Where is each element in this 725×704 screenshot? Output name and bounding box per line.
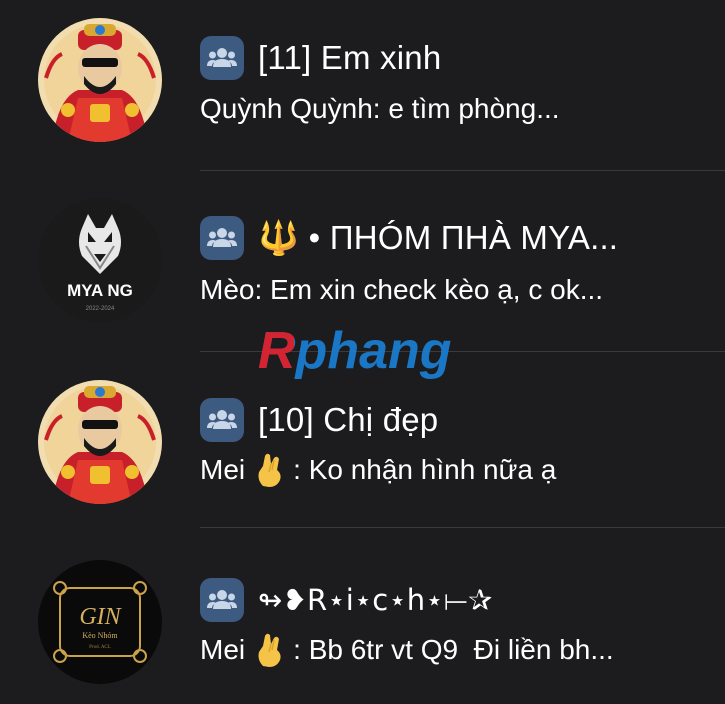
chat-row[interactable]: GIN Kèo Nhóm Prod. ACL ↬❥R⋆i⋆c⋆h⋆⟝✰ Mei [0,528,725,704]
wolf-logo-icon: MYA NG 2022-2024 [38,198,162,322]
avatar[interactable]: GIN Kèo Nhóm Prod. ACL [38,560,162,684]
chat-row[interactable]: [11] Em xinh Quỳnh Quỳnh: e tìm phòng... [0,0,725,176]
chat-title-line: [10] Chị đẹp [200,396,438,444]
message-text: Bb 6tr vt Q9 Đi liền bh... [308,634,614,665]
svg-text:Prod. ACL: Prod. ACL [89,645,111,650]
svg-text:GIN: GIN [79,604,122,630]
avatar[interactable]: MYA NG 2022-2024 [38,198,162,322]
red-god-character-icon [38,380,162,504]
chat-preview: Mei : Bb 6tr vt Q9 Đi liền bh... [200,630,614,670]
group-icon [200,36,244,80]
svg-text:MYA NG: MYA NG [67,281,133,300]
chat-title: ↬❥R⋆i⋆c⋆h⋆⟝✰ [258,582,493,617]
chat-preview: Quỳnh Quỳnh: e tìm phòng... [200,93,560,124]
chat-list: [11] Em xinh Quỳnh Quỳnh: e tìm phòng...… [0,0,725,703]
svg-text:Kèo Nhóm: Kèo Nhóm [82,631,118,640]
svg-text:2022-2024: 2022-2024 [86,306,115,312]
chat-title-line: ↬❥R⋆i⋆c⋆h⋆⟝✰ [200,576,493,624]
message-text: Ko nhận hình nữa ạ [308,454,557,485]
avatar[interactable] [38,18,162,142]
chat-title: [11] Em xinh [258,39,442,76]
avatar[interactable] [38,380,162,504]
chat-title: 🔱 • ΠΗÓΜ ΠΗÀ ΜΥΑ... [258,218,619,256]
message-separator: : [293,634,309,665]
chat-preview: Mèo: Em xin check kèo ạ, c ok... [200,274,604,305]
sender-name: Mei [200,454,246,485]
chat-title-line: 🔱 • ΠΗÓΜ ΠΗÀ ΜΥΑ... [200,214,618,262]
gin-logo-icon: GIN Kèo Nhóm Prod. ACL [38,560,162,684]
divider [200,170,725,171]
rphang-watermark: Rphang R [258,322,452,380]
group-icon [200,398,244,442]
group-icon [200,216,244,260]
crossed-fingers-emoji-icon [258,633,281,667]
red-god-character-icon [38,18,162,142]
message-separator: : [293,454,309,485]
crossed-fingers-emoji-icon [258,453,281,487]
group-icon [200,578,244,622]
sender-name: Mei [200,634,246,665]
chat-title-line: [11] Em xinh [200,34,441,82]
chat-preview: Mei : Ko nhận hình nữa ạ [200,450,556,490]
chat-title: [10] Chị đẹp [258,401,439,438]
svg-text:R: R [258,322,296,380]
